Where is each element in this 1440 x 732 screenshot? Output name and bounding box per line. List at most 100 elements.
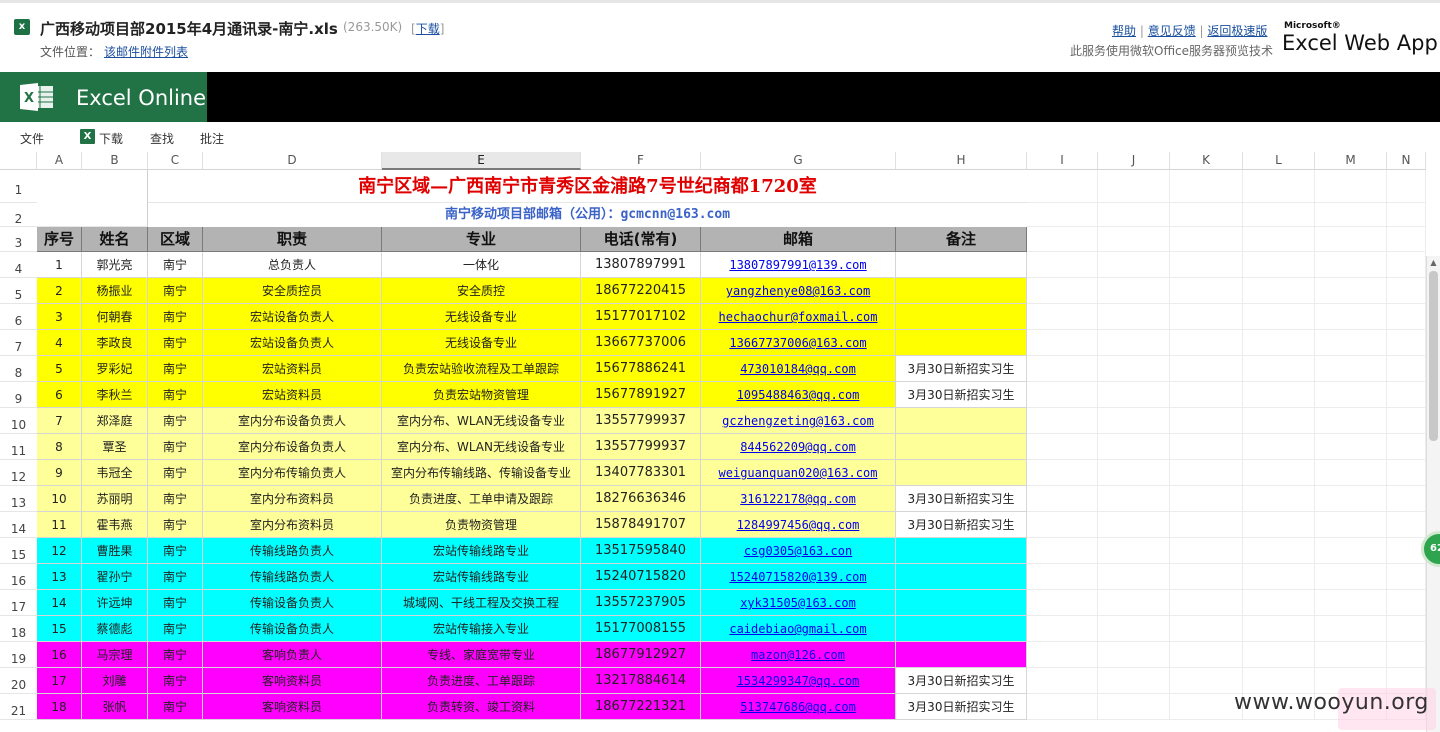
table-cell[interactable]: 15177008155 bbox=[581, 616, 701, 642]
table-cell[interactable]: 张帆 bbox=[82, 694, 148, 720]
table-header-cell[interactable]: 序号 bbox=[37, 227, 82, 252]
note-cell[interactable] bbox=[896, 278, 1027, 304]
row-header-9[interactable]: 9 bbox=[0, 382, 37, 408]
table-cell[interactable]: 负责物资管理 bbox=[382, 512, 581, 538]
empty-cell[interactable] bbox=[1170, 538, 1243, 564]
empty-cell[interactable] bbox=[1027, 170, 1098, 203]
empty-cell[interactable] bbox=[1315, 564, 1387, 590]
empty-cell[interactable] bbox=[1243, 642, 1315, 668]
empty-cell[interactable] bbox=[1243, 512, 1315, 538]
row-header-2[interactable]: 2 bbox=[0, 203, 37, 227]
note-cell[interactable] bbox=[896, 590, 1027, 616]
menu-download[interactable]: 下载 bbox=[99, 130, 123, 147]
row-header-17[interactable]: 17 bbox=[0, 590, 37, 616]
table-cell[interactable]: 传输线路负责人 bbox=[203, 564, 382, 590]
table-cell[interactable]: 许远坤 bbox=[82, 590, 148, 616]
banner-brand[interactable]: X Excel Online bbox=[0, 72, 207, 122]
table-cell[interactable]: 负责宏站验收流程及工单跟踪 bbox=[382, 356, 581, 382]
table-cell[interactable]: 2 bbox=[37, 278, 82, 304]
note-cell[interactable] bbox=[896, 642, 1027, 668]
empty-cell[interactable] bbox=[1315, 227, 1387, 252]
empty-cell[interactable] bbox=[1027, 252, 1098, 278]
empty-cell[interactable] bbox=[1387, 486, 1426, 512]
empty-cell[interactable] bbox=[1027, 227, 1098, 252]
table-cell[interactable]: 专线、家庭宽带专业 bbox=[382, 642, 581, 668]
empty-cell[interactable] bbox=[1243, 252, 1315, 278]
column-header-g[interactable]: G bbox=[701, 152, 896, 170]
table-cell[interactable]: 南宁 bbox=[148, 538, 203, 564]
table-cell[interactable]: 传输线路负责人 bbox=[203, 538, 382, 564]
empty-cell[interactable] bbox=[1098, 538, 1170, 564]
email-link-cell[interactable]: 1284997456@qq.com bbox=[701, 512, 896, 538]
table-header-cell[interactable]: 区域 bbox=[148, 227, 203, 252]
empty-cell[interactable] bbox=[1098, 486, 1170, 512]
menu-file[interactable]: 文件 bbox=[20, 130, 44, 147]
empty-cell[interactable] bbox=[1170, 304, 1243, 330]
table-cell[interactable]: 13217884614 bbox=[581, 668, 701, 694]
empty-cell[interactable] bbox=[1027, 460, 1098, 486]
empty-cell[interactable] bbox=[1027, 203, 1098, 227]
column-header-h[interactable]: H bbox=[896, 152, 1027, 170]
table-cell[interactable]: 室内分布、WLAN无线设备专业 bbox=[382, 408, 581, 434]
table-cell[interactable]: 宏站传输线路专业 bbox=[382, 564, 581, 590]
table-cell[interactable]: 郑泽庭 bbox=[82, 408, 148, 434]
table-cell[interactable]: 5 bbox=[37, 356, 82, 382]
table-cell[interactable]: 宏站设备负责人 bbox=[203, 330, 382, 356]
table-cell[interactable]: 10 bbox=[37, 486, 82, 512]
empty-cell[interactable] bbox=[1027, 590, 1098, 616]
note-cell[interactable] bbox=[896, 408, 1027, 434]
table-cell[interactable]: 18677220415 bbox=[581, 278, 701, 304]
empty-cell[interactable] bbox=[1170, 330, 1243, 356]
email-link-cell[interactable]: csg0305@163.con bbox=[701, 538, 896, 564]
empty-cell[interactable] bbox=[1170, 694, 1243, 720]
table-cell[interactable]: 南宁 bbox=[148, 382, 203, 408]
table-cell[interactable]: 室内分布资料员 bbox=[203, 512, 382, 538]
table-cell[interactable]: 18 bbox=[37, 694, 82, 720]
table-cell[interactable]: 刘雕 bbox=[82, 668, 148, 694]
table-cell[interactable]: 14 bbox=[37, 590, 82, 616]
empty-cell[interactable] bbox=[1243, 330, 1315, 356]
table-cell[interactable]: 南宁 bbox=[148, 460, 203, 486]
empty-cell[interactable] bbox=[1243, 170, 1315, 203]
table-cell[interactable]: 13667737006 bbox=[581, 330, 701, 356]
column-header-e[interactable]: E bbox=[382, 152, 581, 170]
table-cell[interactable]: 客响资料员 bbox=[203, 694, 382, 720]
table-cell[interactable]: 传输设备负责人 bbox=[203, 616, 382, 642]
column-header-j[interactable]: J bbox=[1098, 152, 1170, 170]
empty-cell[interactable] bbox=[1315, 616, 1387, 642]
table-cell[interactable]: 南宁 bbox=[148, 330, 203, 356]
note-cell[interactable]: 3月30日新招实习生 bbox=[896, 486, 1027, 512]
empty-cell[interactable] bbox=[1315, 486, 1387, 512]
empty-cell[interactable] bbox=[1170, 252, 1243, 278]
table-cell[interactable]: 15240715820 bbox=[581, 564, 701, 590]
empty-cell[interactable] bbox=[1170, 668, 1243, 694]
row-header-20[interactable]: 20 bbox=[0, 668, 37, 694]
feedback-link[interactable]: 意见反馈 bbox=[1148, 24, 1196, 38]
empty-cell[interactable] bbox=[1027, 668, 1098, 694]
table-cell[interactable]: 8 bbox=[37, 434, 82, 460]
empty-cell[interactable] bbox=[1027, 616, 1098, 642]
email-link-cell[interactable]: yangzhenye08@163.com bbox=[701, 278, 896, 304]
column-header-d[interactable]: D bbox=[203, 152, 382, 170]
empty-cell[interactable] bbox=[1098, 170, 1170, 203]
column-header-f[interactable]: F bbox=[581, 152, 701, 170]
empty-cell[interactable] bbox=[1098, 382, 1170, 408]
table-header-cell[interactable]: 电话(常有) bbox=[581, 227, 701, 252]
email-link-cell[interactable]: 1534299347@qq.com bbox=[701, 668, 896, 694]
table-cell[interactable]: 宏站设备负责人 bbox=[203, 304, 382, 330]
table-cell[interactable]: 南宁 bbox=[148, 668, 203, 694]
table-cell[interactable]: 11 bbox=[37, 512, 82, 538]
table-cell[interactable]: 安全质控员 bbox=[203, 278, 382, 304]
column-header-k[interactable]: K bbox=[1170, 152, 1243, 170]
empty-cell[interactable] bbox=[1098, 590, 1170, 616]
table-cell[interactable]: 一体化 bbox=[382, 252, 581, 278]
table-cell[interactable]: 室内分布设备负责人 bbox=[203, 408, 382, 434]
empty-cell[interactable] bbox=[1243, 616, 1315, 642]
table-cell[interactable]: 李秋兰 bbox=[82, 382, 148, 408]
row-header-8[interactable]: 8 bbox=[0, 356, 37, 382]
table-cell[interactable]: 南宁 bbox=[148, 564, 203, 590]
empty-cell[interactable] bbox=[1098, 564, 1170, 590]
table-cell[interactable]: 7 bbox=[37, 408, 82, 434]
empty-cell[interactable] bbox=[1027, 694, 1098, 720]
empty-cell[interactable] bbox=[1027, 538, 1098, 564]
